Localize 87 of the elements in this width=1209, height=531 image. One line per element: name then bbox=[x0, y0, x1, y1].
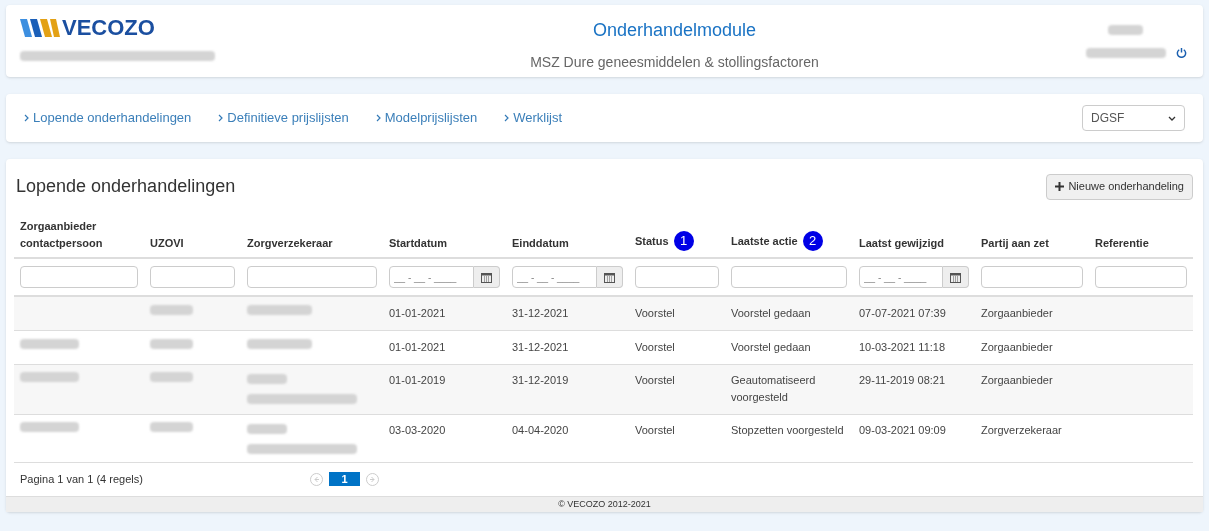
redacted-text bbox=[247, 374, 287, 384]
dropdown-select[interactable]: DGSF bbox=[1082, 105, 1185, 131]
pagination-summary: Pagina 1 van 1 (4 regels) bbox=[20, 472, 144, 487]
page-button[interactable]: 1 bbox=[329, 472, 360, 487]
column-header: Laatst gewijzigd bbox=[859, 235, 944, 251]
filter-field[interactable] bbox=[150, 266, 235, 288]
calendar-button[interactable] bbox=[597, 266, 623, 288]
filter-field[interactable] bbox=[635, 266, 719, 288]
table-cell: Zorgaanbieder bbox=[981, 307, 1053, 319]
column-header: Zorgaanbieder contactpersoon bbox=[20, 219, 104, 251]
filter-field[interactable] bbox=[981, 266, 1083, 288]
plus-icon bbox=[1055, 182, 1065, 191]
table-cell: Stopzetten voorgesteld bbox=[731, 424, 844, 436]
filter-field[interactable] bbox=[1095, 266, 1187, 288]
chevron-right-icon bbox=[375, 114, 381, 122]
redacted-text bbox=[150, 339, 193, 349]
nav-link[interactable]: Modelprijslijsten bbox=[375, 108, 478, 128]
table-cell: 03-03-2020 bbox=[389, 424, 446, 436]
logo-stripes-icon bbox=[20, 19, 60, 37]
table-cell: Voorstel bbox=[635, 374, 675, 386]
date-filter-field[interactable]: __ - __ - ____ bbox=[859, 266, 943, 288]
redacted-text bbox=[20, 339, 79, 349]
calendar-icon bbox=[604, 271, 615, 283]
column-header: Partij aan zet bbox=[981, 235, 1049, 251]
redacted-text bbox=[20, 422, 79, 432]
column-header: Status bbox=[635, 233, 669, 249]
module-title: Onderhandelmodule bbox=[592, 19, 757, 42]
table-cell: Voorstel gedaan bbox=[731, 307, 811, 319]
table-cell: 09-03-2021 09:09 bbox=[859, 424, 946, 436]
redacted-text bbox=[150, 305, 193, 315]
chevron-right-icon bbox=[504, 114, 510, 122]
table-cell: Zorgaanbieder bbox=[981, 341, 1053, 353]
chevron-right-icon bbox=[24, 114, 29, 122]
nav-link[interactable]: Lopende onderhandelingen bbox=[24, 108, 192, 128]
chevron-right-icon bbox=[218, 114, 224, 122]
calendar-button[interactable] bbox=[943, 266, 969, 288]
table-cell: 04-04-2020 bbox=[512, 424, 569, 436]
logo-text: VECOZO bbox=[62, 17, 155, 39]
calendar-icon bbox=[481, 271, 492, 283]
table-cell: Zorgaanbieder bbox=[981, 374, 1053, 386]
table-cell: Geautomatiseerd voorgesteld bbox=[731, 374, 816, 403]
table-cell: Voorstel bbox=[635, 424, 675, 436]
column-header: Startdatum bbox=[389, 235, 448, 251]
table-cell: 31-12-2021 bbox=[512, 307, 569, 319]
power-icon[interactable] bbox=[1176, 47, 1187, 58]
date-filter-field[interactable]: __ - __ - ____ bbox=[389, 266, 474, 288]
next-page-icon[interactable] bbox=[366, 472, 379, 486]
column-header: UZOVI bbox=[150, 235, 184, 251]
table-cell: 07-07-2021 07:39 bbox=[859, 307, 946, 319]
table-cell: Voorstel bbox=[635, 307, 675, 319]
filter-field[interactable] bbox=[247, 266, 377, 288]
column-header: Zorgverzekeraar bbox=[247, 235, 333, 251]
filter-field[interactable] bbox=[731, 266, 847, 288]
new-negotiation-button[interactable]: Nieuwe onderhandeling bbox=[1046, 173, 1193, 200]
table-cell: Voorstel gedaan bbox=[731, 341, 811, 353]
redacted-text bbox=[20, 372, 79, 382]
nav-link[interactable]: Definitieve prijslijsten bbox=[218, 108, 349, 128]
module-subtitle: MSZ Dure geneesmiddelen & stollingsfactoren bbox=[530, 53, 819, 72]
nav-link[interactable]: Werklijst bbox=[504, 108, 563, 128]
table-cell: 01-01-2021 bbox=[389, 307, 446, 319]
number-marker: 1 bbox=[673, 231, 694, 251]
table-cell: 10-03-2021 11:18 bbox=[859, 341, 946, 353]
redacted-text bbox=[247, 424, 287, 434]
chevron-down-icon bbox=[1168, 115, 1176, 121]
table-cell: 01-01-2019 bbox=[389, 374, 446, 386]
copyright-text: © VECOZO 2012-2021 bbox=[558, 497, 651, 511]
table-cell: 29-11-2019 08:21 bbox=[859, 374, 946, 386]
redacted-text bbox=[247, 339, 312, 349]
filter-field[interactable] bbox=[20, 266, 138, 288]
previous-page-icon[interactable] bbox=[310, 472, 323, 486]
table-cell: 31-12-2019 bbox=[512, 374, 569, 386]
panel-title: Lopende onderhandelingen bbox=[16, 175, 236, 198]
redacted-text bbox=[1108, 25, 1143, 35]
date-filter-field[interactable]: __ - __ - ____ bbox=[512, 266, 597, 288]
table-cell: 01-01-2021 bbox=[389, 341, 446, 353]
column-header: Einddatum bbox=[512, 235, 569, 251]
table-cell: 31-12-2021 bbox=[512, 341, 569, 353]
table-cell: Voorstel bbox=[635, 341, 675, 353]
redacted-text bbox=[247, 305, 312, 315]
column-header: Referentie bbox=[1095, 235, 1149, 251]
calendar-icon bbox=[950, 271, 961, 283]
redacted-text bbox=[150, 372, 193, 382]
redacted-text bbox=[150, 422, 193, 432]
table-cell: Zorgverzekeraar bbox=[981, 424, 1062, 436]
calendar-button[interactable] bbox=[474, 266, 500, 288]
number-marker: 2 bbox=[802, 231, 823, 251]
column-header: Laatste actie bbox=[731, 233, 798, 249]
